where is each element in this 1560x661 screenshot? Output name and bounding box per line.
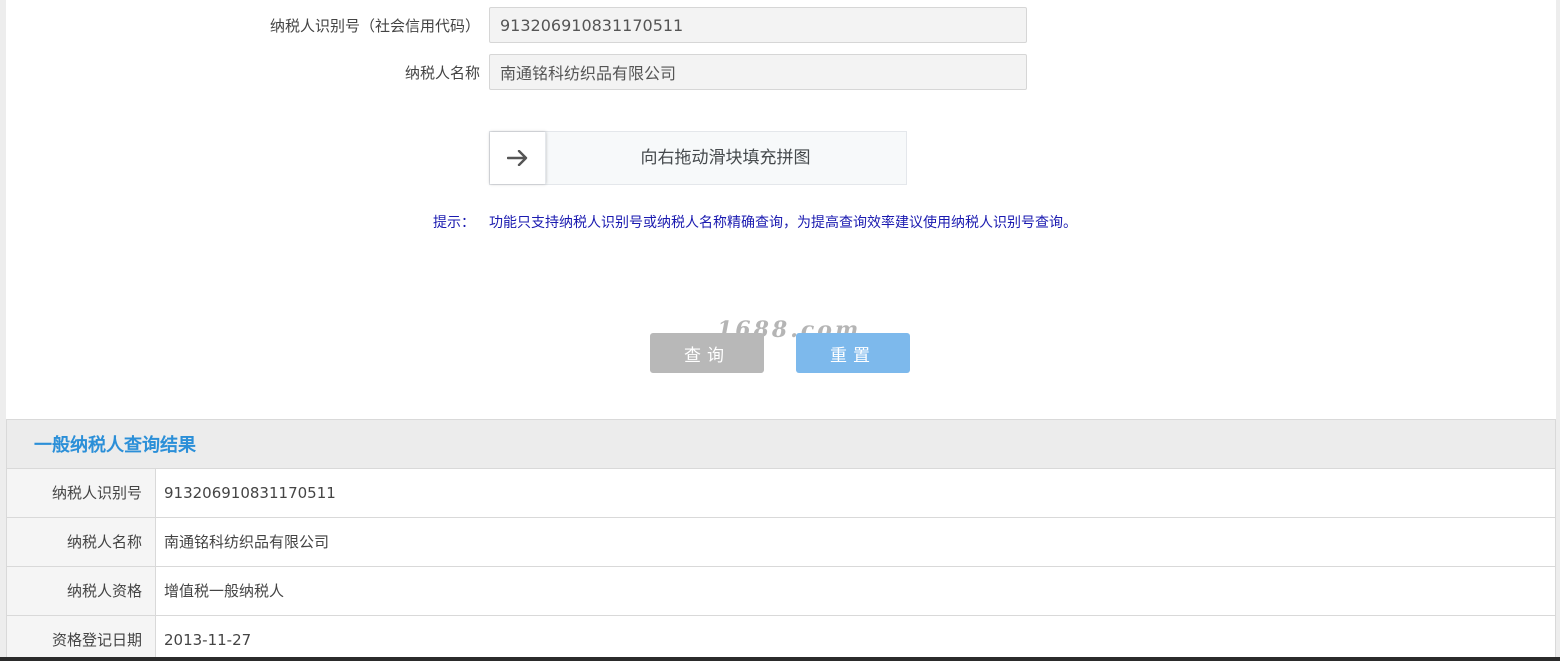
table-row: 资格登记日期 2013-11-27 [7, 616, 1555, 657]
query-button[interactable]: 查询 [650, 333, 764, 373]
taxpayer-name-row: 纳税人名称 [6, 53, 1556, 91]
taxpayer-name-input[interactable] [489, 54, 1027, 90]
arrow-right-icon [506, 150, 527, 166]
result-title: 一般纳税人查询结果 [7, 420, 1555, 469]
row-value: 增值税一般纳税人 [164, 582, 285, 600]
query-page: 纳税人识别号（社会信用代码） 纳税人名称 向右拖动滑块填充拼图 提示： 功能只支持… [6, 0, 1556, 657]
hint-label: 提示： [433, 215, 475, 231]
table-row: 纳税人资格 增值税一般纳税人 [7, 567, 1555, 616]
row-key: 资格登记日期 [7, 616, 156, 657]
row-value: 南通铭科纺织品有限公司 [164, 533, 330, 551]
hint-text: 功能只支持纳税人识别号或纳税人名称精确查询，为提高查询效率建议使用纳税人识别号查… [489, 215, 1077, 231]
table-row: 纳税人名称 南通铭科纺织品有限公司 [7, 518, 1555, 567]
reset-button[interactable]: 重置 [796, 333, 910, 373]
row-value: 2013-11-27 [164, 631, 252, 649]
row-key: 纳税人名称 [7, 518, 156, 566]
taxpayer-name-label: 纳税人名称 [404, 63, 480, 82]
slider-handle[interactable] [490, 132, 546, 184]
row-value: 913206910831170511 [164, 484, 336, 502]
taxpayer-id-input[interactable] [489, 7, 1027, 43]
taxpayer-id-label: 纳税人识别号（社会信用代码） [269, 16, 480, 35]
row-key: 纳税人资格 [7, 567, 156, 615]
hint: 提示： 功能只支持纳税人识别号或纳税人名称精确查询，为提高查询效率建议使用纳税人识… [433, 212, 1077, 232]
slider-text: 向右拖动滑块填充拼图 [640, 148, 811, 168]
slider-captcha[interactable]: 向右拖动滑块填充拼图 [489, 131, 907, 185]
taxpayer-id-row: 纳税人识别号（社会信用代码） [6, 6, 1556, 44]
bottom-bar [0, 657, 1560, 661]
row-key: 纳税人识别号 [7, 469, 156, 517]
result-panel: 一般纳税人查询结果 纳税人识别号 913206910831170511 纳税人名… [6, 419, 1556, 657]
table-row: 纳税人识别号 913206910831170511 [7, 469, 1555, 518]
